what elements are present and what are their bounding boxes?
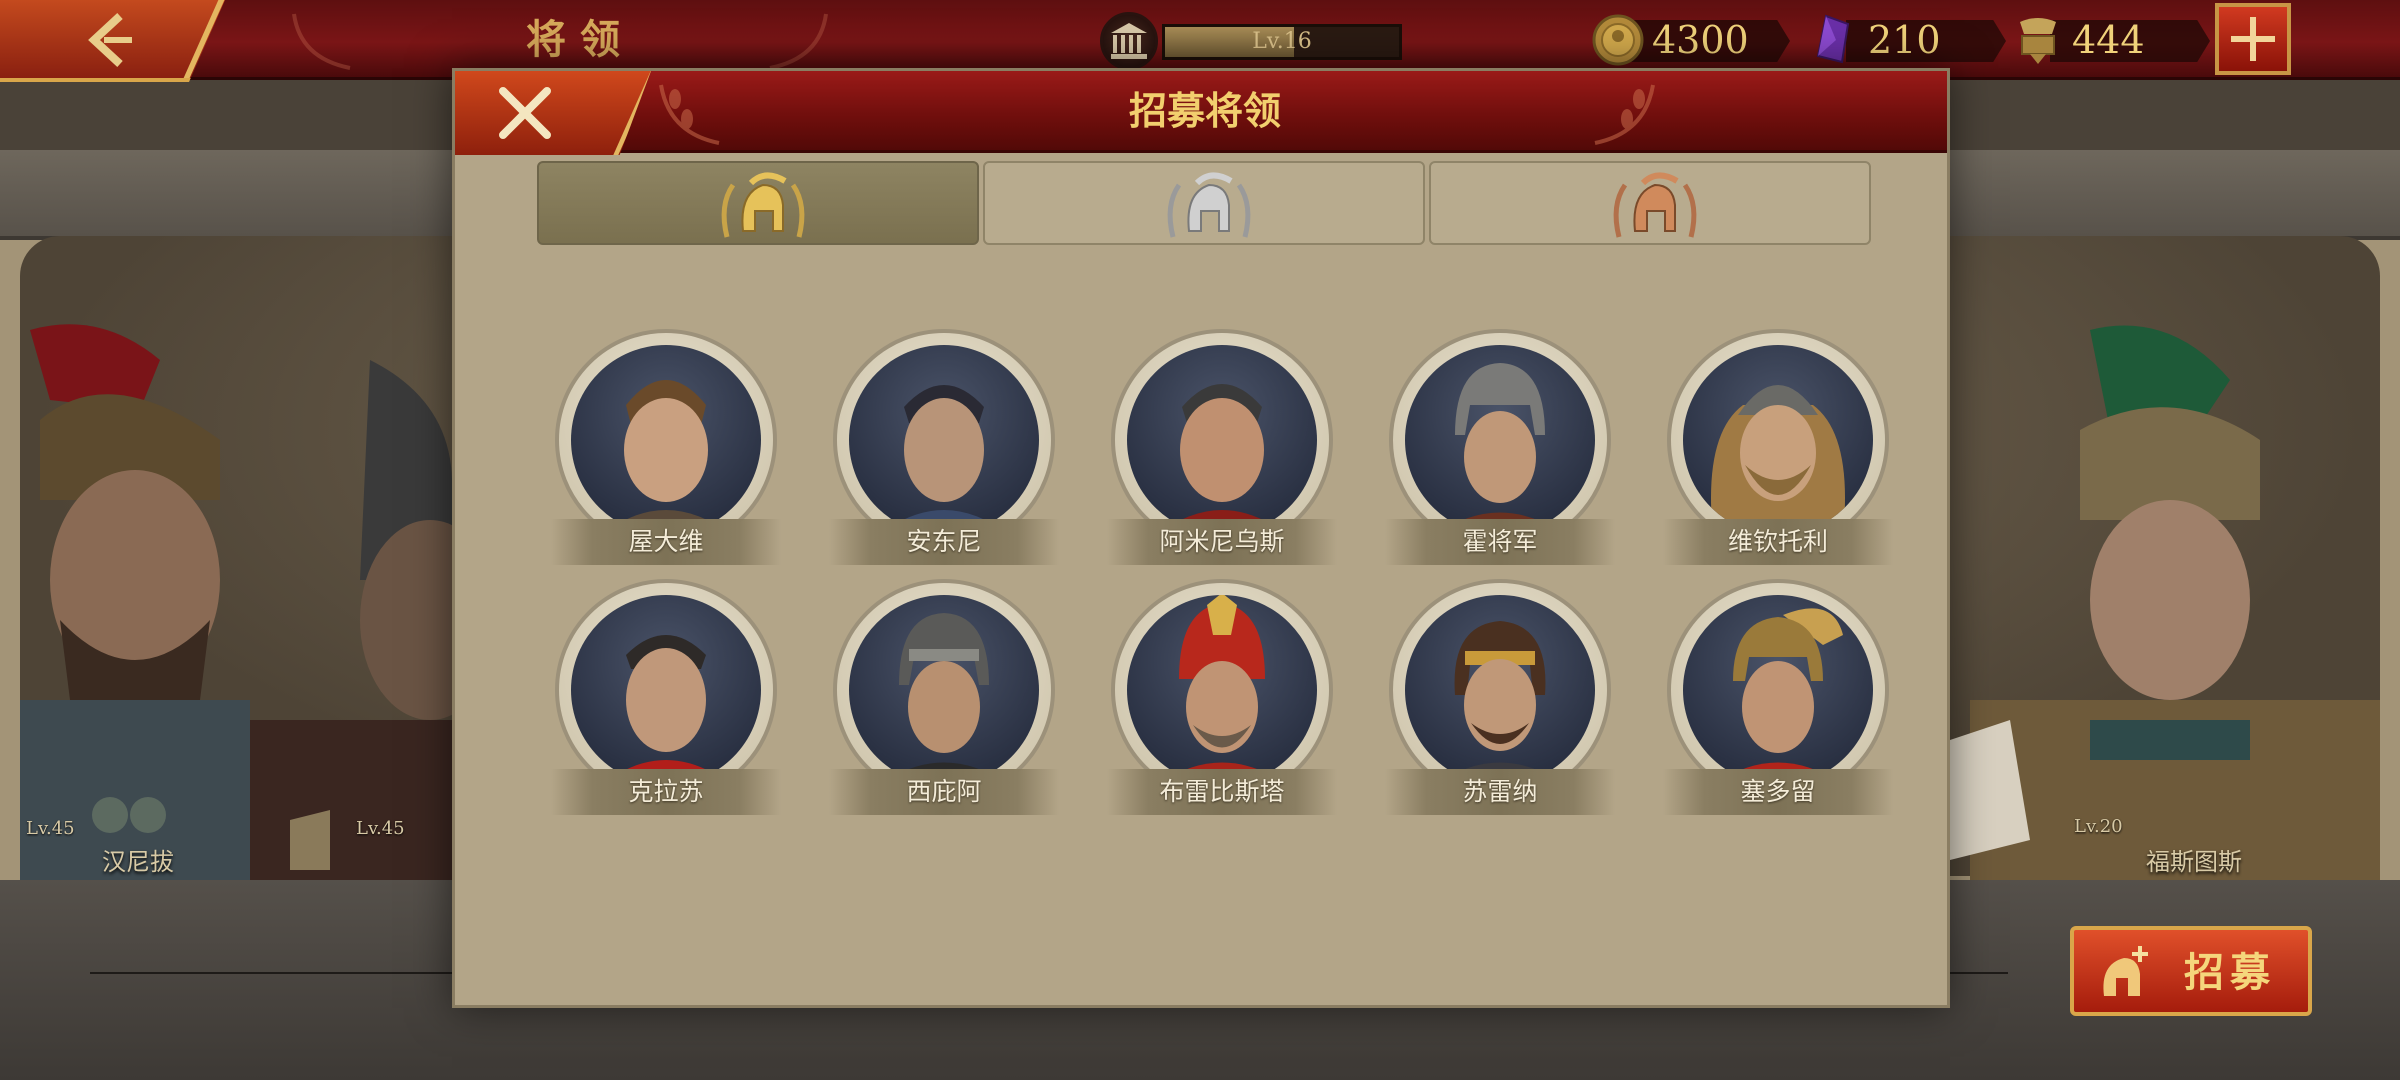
silver-spartan-helmet-icon [1167, 172, 1251, 238]
page-title: 将领 [526, 16, 634, 63]
parthian-general-portrait-icon [1435, 621, 1565, 785]
plus-icon [2231, 17, 2275, 61]
side-general-level: Lv.45 [356, 818, 405, 839]
general-card[interactable]: 屋大维 [551, 329, 781, 565]
general-card[interactable]: 克拉苏 [551, 579, 781, 815]
crested-general-portrait-icon [1713, 608, 1843, 785]
back-button[interactable] [0, 0, 225, 82]
dark-haired-man-portrait-icon [879, 385, 1009, 535]
general-card[interactable]: 西庇阿 [829, 579, 1059, 815]
tier-tabs [537, 161, 1871, 247]
general-portrait [1111, 329, 1333, 551]
laurel-decoration-icon [1594, 84, 1655, 145]
helmeted-general-portrait-icon [1435, 363, 1565, 535]
general-name: 霍将军 [1462, 527, 1538, 556]
general-name: 塞多留 [1740, 777, 1816, 806]
close-icon [499, 87, 551, 139]
gold-value: 4300 [1652, 18, 1749, 62]
general-name: 苏雷纳 [1462, 777, 1538, 806]
general-card[interactable]: 阿米尼乌斯 [1107, 329, 1337, 565]
dacian-king-portrait-icon [1157, 595, 1287, 785]
general-card[interactable]: 霍将军 [1385, 329, 1615, 565]
warrior-man-portrait-icon [1157, 384, 1287, 535]
general-name: 维钦托利 [1727, 527, 1828, 556]
general-name: 安东尼 [906, 527, 982, 556]
side-general-left-2[interactable]: Lv.45 [250, 360, 452, 880]
spqr-resource[interactable]: 444 [2010, 12, 2210, 68]
add-resource-button[interactable] [2215, 3, 2291, 75]
side-general-level: Lv.45 [26, 818, 75, 839]
gold-spartan-helmet-icon [721, 172, 805, 238]
general-portrait [833, 579, 1055, 801]
spartan-helmet-plus-icon [2103, 946, 2148, 996]
laurel-decoration-icon [659, 84, 720, 145]
tab-silver[interactable] [983, 161, 1425, 245]
general-portrait-icon [250, 360, 452, 880]
tab-bronze[interactable] [1429, 161, 1871, 245]
gaul-warrior-portrait-icon [1711, 385, 1845, 535]
recruit-general-modal: 招募将领 屋大维 安东尼 阿米尼乌斯 霍将军 维钦托利 克拉苏 西庇阿 布雷比斯… [452, 68, 1950, 1008]
city-hall-icon [1100, 12, 1158, 70]
close-button[interactable] [455, 71, 651, 155]
city-level-bar: Lv.16 [1162, 24, 1402, 60]
side-general-name: 福斯图斯 [2146, 848, 2242, 876]
general-portrait [555, 329, 777, 551]
gold-resource[interactable]: 4300 [1590, 12, 1790, 68]
side-general-right[interactable]: Lv.20 福斯图斯 [1950, 320, 2380, 880]
gem-value: 210 [1868, 18, 1941, 62]
general-card[interactable]: 塞多留 [1663, 579, 1893, 815]
gem-resource[interactable]: 210 [1806, 12, 2006, 68]
spqr-value: 444 [2072, 18, 2145, 62]
general-portrait [833, 329, 1055, 551]
modal-header: 招募将领 [455, 71, 1947, 155]
purple-gem-icon [1816, 14, 1850, 64]
spqr-banner-icon [2020, 18, 2056, 64]
general-card[interactable]: 安东尼 [829, 329, 1059, 565]
general-portrait-icon [20, 324, 250, 880]
back-arrow-icon [88, 13, 132, 67]
general-portrait [1667, 329, 1889, 551]
city-level-text: Lv.16 [1252, 29, 1312, 54]
general-card[interactable]: 维钦托利 [1663, 329, 1893, 565]
general-portrait [1111, 579, 1333, 801]
general-card[interactable]: 苏雷纳 [1385, 579, 1615, 815]
young-man-portrait-icon [601, 380, 731, 535]
general-name: 布雷比斯塔 [1159, 777, 1285, 806]
general-name: 克拉苏 [628, 777, 704, 806]
laurel-decoration-icon [292, 13, 351, 70]
side-general-name: 汉尼拔 [102, 848, 174, 876]
tab-gold[interactable] [537, 161, 979, 245]
side-general-level: Lv.20 [2074, 816, 2123, 837]
modal-title: 招募将领 [1128, 88, 1281, 133]
general-portrait [555, 579, 777, 801]
gold-coin-icon [1592, 14, 1644, 66]
side-general-left-1[interactable]: Lv.45 汉尼拔 [20, 320, 250, 880]
general-name: 西庇阿 [906, 777, 982, 806]
general-card[interactable]: 布雷比斯塔 [1107, 579, 1337, 815]
general-portrait [1667, 579, 1889, 801]
general-name: 屋大维 [628, 527, 704, 556]
helmeted-roman-portrait-icon [879, 613, 1009, 785]
general-name: 阿米尼乌斯 [1159, 527, 1285, 556]
recruit-button-label: 招募 [2184, 949, 2276, 996]
general-portrait [1389, 579, 1611, 801]
bronze-spartan-helmet-icon [1613, 172, 1697, 238]
general-grid: 屋大维 安东尼 阿米尼乌斯 霍将军 维钦托利 克拉苏 西庇阿 布雷比斯塔 苏雷纳… [489, 247, 1919, 987]
recruit-button[interactable]: 招募 [2070, 926, 2312, 1016]
roman-senator-portrait-icon [601, 635, 731, 785]
general-portrait [1389, 329, 1611, 551]
general-portrait-icon [1950, 325, 2380, 880]
